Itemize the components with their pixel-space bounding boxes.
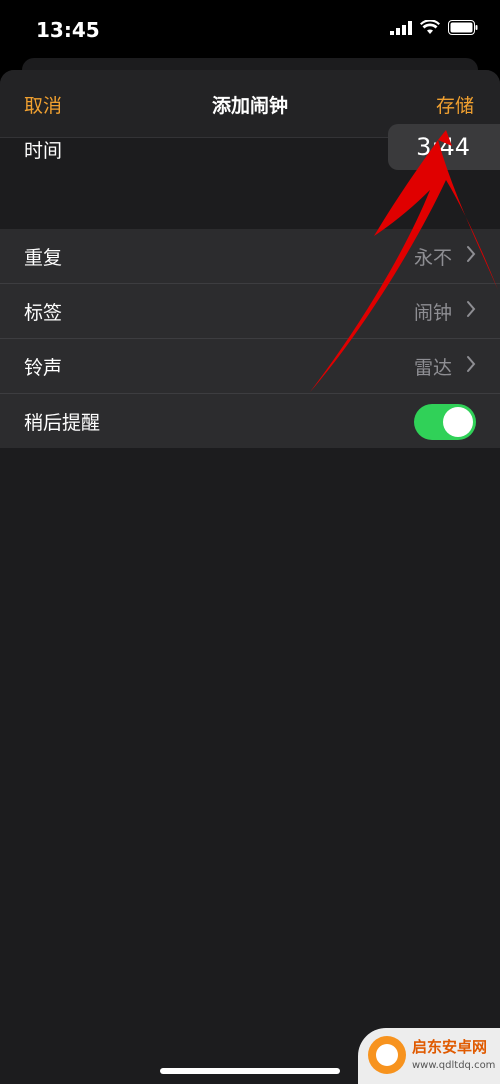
watermark-name: 启东安卓网: [412, 1038, 488, 1056]
watermark-logo-icon: [368, 1036, 406, 1074]
home-indicator: [160, 1068, 340, 1074]
watermark: 启东安卓网 www.qdltdq.com: [358, 1028, 500, 1084]
red-arrow-annotation: [310, 130, 498, 392]
watermark-url: www.qdltdq.com: [412, 1060, 496, 1071]
